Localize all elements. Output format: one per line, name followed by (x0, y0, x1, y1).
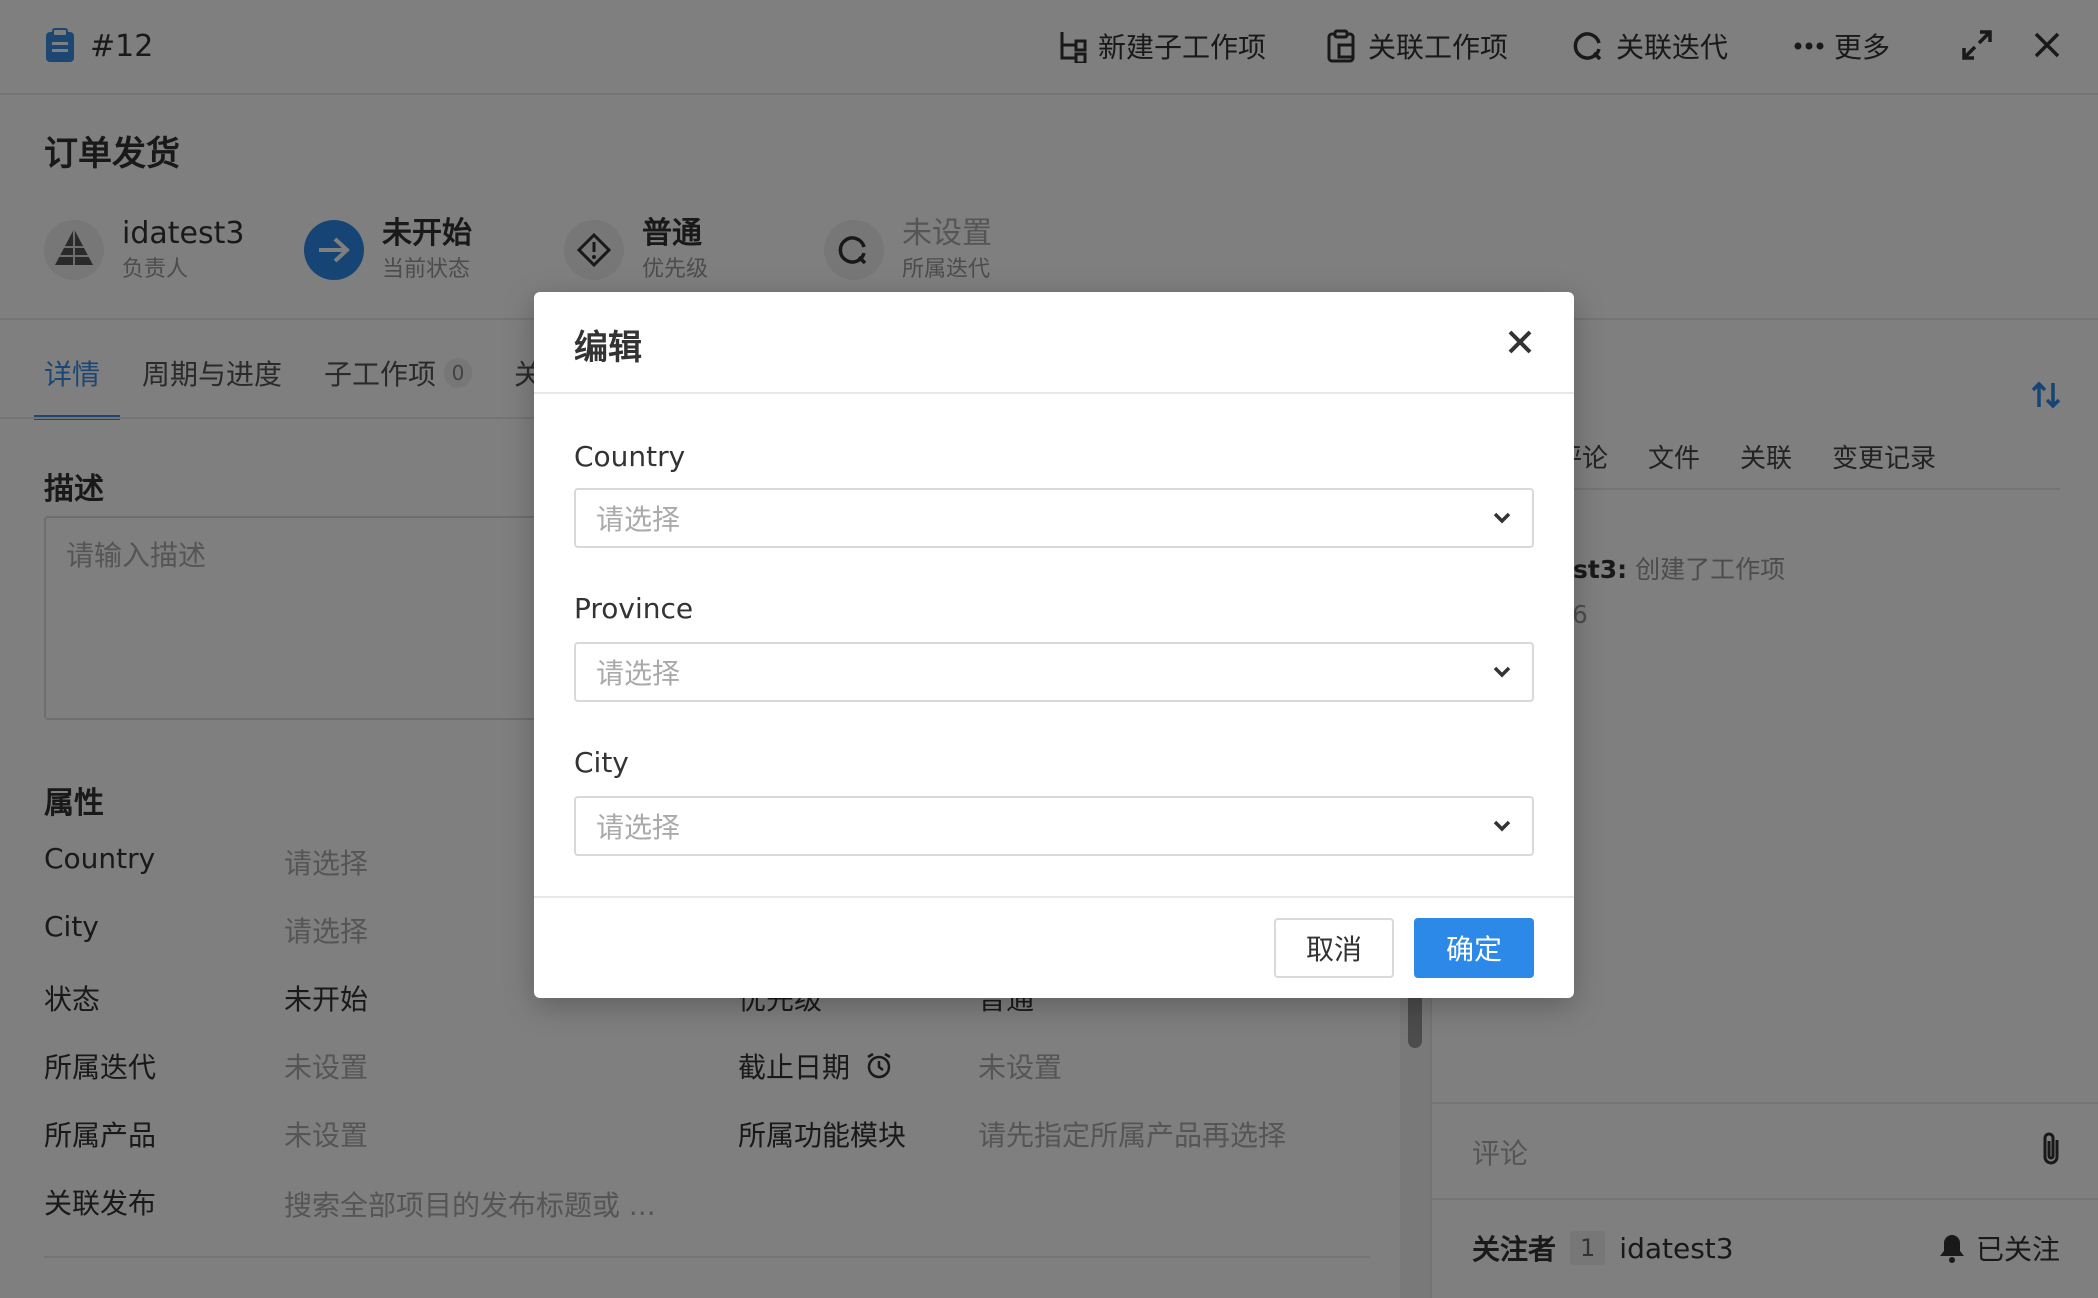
modal-footer-divider (534, 896, 1574, 898)
confirm-button[interactable]: 确定 (1414, 918, 1534, 978)
country-select[interactable]: 请选择 (574, 488, 1534, 548)
province-placeholder: 请选择 (596, 657, 681, 690)
close-icon[interactable] (1500, 322, 1540, 362)
province-select[interactable]: 请选择 (574, 642, 1534, 702)
city-label: City (574, 746, 629, 779)
chevron-down-icon (1492, 819, 1512, 833)
province-label: Province (574, 592, 694, 625)
chevron-down-icon (1492, 511, 1512, 525)
edit-modal: 编辑 Country 请选择 Province 请选择 City 请选择 取消 … (534, 292, 1574, 998)
country-label: Country (574, 440, 686, 473)
cancel-button[interactable]: 取消 (1274, 918, 1394, 978)
modal-header-divider (534, 392, 1574, 394)
country-placeholder: 请选择 (596, 503, 681, 536)
city-select[interactable]: 请选择 (574, 796, 1534, 856)
city-placeholder: 请选择 (596, 811, 681, 844)
modal-title: 编辑 (574, 328, 642, 368)
chevron-down-icon (1492, 665, 1512, 679)
